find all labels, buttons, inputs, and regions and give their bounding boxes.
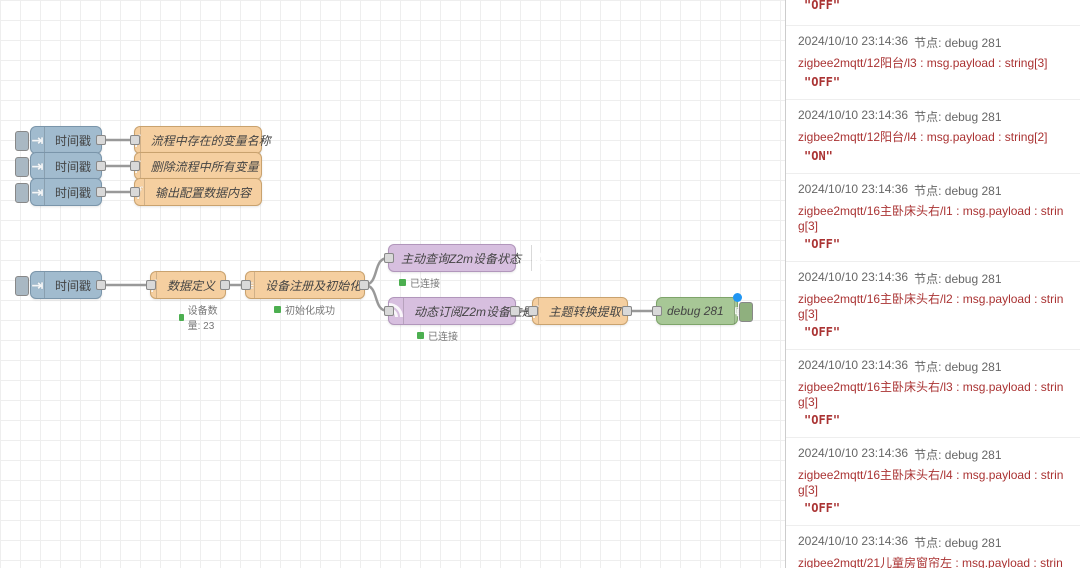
debug-message[interactable]: 2024/10/10 23:14:36 节点: debug 281 zigbee… — [786, 26, 1080, 100]
node-label: 时间戳 — [45, 158, 101, 175]
node-label: debug 281 — [657, 304, 734, 318]
inject-icon — [32, 158, 44, 175]
inject-button[interactable] — [15, 183, 29, 203]
output-port[interactable] — [96, 135, 106, 145]
debug-topic: zigbee2mqtt/16主卧床头右/l3 : msg.payload : s… — [798, 378, 1068, 409]
wires-layer — [0, 0, 785, 568]
debug-payload: "OFF" — [798, 237, 1068, 251]
inject-icon — [32, 184, 44, 201]
mqtt-out-node-query[interactable]: 主动查询Z2m设备状态 已连接 — [388, 244, 516, 272]
function-node-delvars[interactable]: 删除流程中所有变量 — [134, 152, 262, 180]
node-status: 已连接 — [399, 275, 440, 290]
node-label: 动态订阅Z2m设备主题 — [404, 303, 544, 320]
debug-message[interactable]: 2024/10/10 23:14:36 节点: debug 281 zigbee… — [786, 100, 1080, 174]
debug-timestamp: 2024/10/10 23:14:36 — [798, 34, 908, 51]
debug-timestamp: 2024/10/10 23:14:36 — [798, 108, 908, 125]
debug-payload: "OFF" — [798, 75, 1068, 89]
debug-node-ref: 节点: debug 281 — [914, 108, 1001, 125]
output-port[interactable] — [510, 306, 520, 316]
input-port[interactable] — [241, 280, 251, 290]
debug-topic: zigbee2mqtt/12阳台/l3 : msg.payload : stri… — [798, 54, 1068, 71]
output-port[interactable] — [622, 306, 632, 316]
function-node-varnames[interactable]: 流程中存在的变量名称 — [134, 126, 262, 154]
debug-message[interactable]: 2024/10/10 23:14:36 节点: debug 281 zigbee… — [786, 262, 1080, 350]
debug-payload: "OFF" — [798, 325, 1068, 339]
function-node-dumpconf[interactable]: 输出配置数据内容 — [134, 178, 262, 206]
debug-timestamp: 2024/10/10 23:14:36 — [798, 182, 908, 199]
debug-message[interactable]: 2024/10/10 23:14:36 节点: debug 281 zigbee… — [786, 526, 1080, 568]
debug-message[interactable]: 2024/10/10 23:14:36 节点: debug 281 zigbee… — [786, 350, 1080, 438]
inject-icon — [32, 132, 44, 149]
input-port[interactable] — [130, 161, 140, 171]
node-label: 时间戳 — [45, 277, 101, 294]
node-status: 设备数量: 23 — [179, 302, 225, 332]
function-node-data-def[interactable]: 数据定义 设备数量: 23 — [150, 271, 226, 299]
node-label: 流程中存在的变量名称 — [141, 132, 281, 149]
debug-message[interactable]: 2024/10/10 23:14:36 节点: debug 281 zigbee… — [786, 174, 1080, 262]
inject-node-2[interactable]: 时间戳 — [30, 152, 102, 180]
debug-topic: zigbee2mqtt/21儿童房窗帘左 : msg.payload : str… — [798, 554, 1068, 568]
debug-topic: zigbee2mqtt/16主卧床头右/l1 : msg.payload : s… — [798, 202, 1068, 233]
debug-topic: zigbee2mqtt/16主卧床头右/l4 : msg.payload : s… — [798, 466, 1068, 497]
debug-payload: "OFF" — [798, 501, 1068, 515]
input-port[interactable] — [146, 280, 156, 290]
debug-timestamp: 2024/10/10 23:14:36 — [798, 446, 908, 463]
debug-node-ref: 节点: debug 281 — [914, 534, 1001, 551]
node-label: 主动查询Z2m设备状态 — [389, 250, 531, 267]
debug-payload: "OFF" — [798, 0, 1068, 12]
input-port[interactable] — [652, 306, 662, 316]
flow-canvas[interactable]: 时间戳 时间戳 时间戳 时间戳 流程中存在的变量名称 删除流程中所有变量 输出配… — [0, 0, 785, 568]
debug-timestamp: 2024/10/10 23:14:36 — [798, 534, 908, 551]
debug-sidebar[interactable]: "OFF" 2024/10/10 23:14:36 节点: debug 281 … — [785, 0, 1080, 568]
mqtt-in-node-sub[interactable]: 动态订阅Z2m设备主题 已连接 — [388, 297, 516, 325]
output-port[interactable] — [96, 161, 106, 171]
inject-icon — [32, 277, 44, 294]
debug-node[interactable]: debug 281 — [656, 297, 738, 325]
node-label: 删除流程中所有变量 — [141, 158, 269, 175]
debug-payload: "ON" — [798, 149, 1068, 163]
inject-button[interactable] — [15, 157, 29, 177]
output-port[interactable] — [220, 280, 230, 290]
input-port[interactable] — [384, 253, 394, 263]
node-label: 时间戳 — [45, 184, 101, 201]
mqtt-icon — [532, 250, 546, 267]
debug-node-ref: 节点: debug 281 — [914, 358, 1001, 375]
input-port[interactable] — [384, 306, 394, 316]
input-port[interactable] — [130, 135, 140, 145]
input-port[interactable] — [130, 187, 140, 197]
debug-node-ref: 节点: debug 281 — [914, 446, 1001, 463]
input-port[interactable] — [528, 306, 538, 316]
inject-button[interactable] — [15, 276, 29, 296]
debug-message[interactable]: 2024/10/10 23:14:36 节点: debug 281 zigbee… — [786, 438, 1080, 526]
inject-node-3[interactable]: 时间戳 — [30, 178, 102, 206]
debug-timestamp: 2024/10/10 23:14:36 — [798, 358, 908, 375]
debug-timestamp: 2024/10/10 23:14:36 — [798, 270, 908, 287]
inject-button[interactable] — [15, 131, 29, 151]
debug-toggle-button[interactable] — [739, 302, 753, 322]
debug-node-ref: 节点: debug 281 — [914, 270, 1001, 287]
changed-indicator — [733, 293, 742, 302]
inject-node-4[interactable]: 时间戳 — [30, 271, 102, 299]
debug-node-ref: 节点: debug 281 — [914, 182, 1001, 199]
function-node-topic-conv[interactable]: 主题转换提取 — [532, 297, 628, 325]
node-label: 数据定义 — [157, 277, 225, 294]
debug-topic: zigbee2mqtt/12阳台/l4 : msg.payload : stri… — [798, 128, 1068, 145]
node-label: 设备注册及初始化 — [255, 277, 371, 294]
output-port[interactable] — [96, 187, 106, 197]
output-port[interactable] — [96, 280, 106, 290]
debug-payload: "OFF" — [798, 413, 1068, 427]
debug-message[interactable]: "OFF" — [786, 0, 1080, 26]
node-status: 已连接 — [417, 328, 458, 343]
debug-node-ref: 节点: debug 281 — [914, 34, 1001, 51]
debug-topic: zigbee2mqtt/16主卧床头右/l2 : msg.payload : s… — [798, 290, 1068, 321]
node-status: 初始化成功 — [274, 302, 335, 317]
output-port[interactable] — [359, 280, 369, 290]
inject-node-1[interactable]: 时间戳 — [30, 126, 102, 154]
function-node-register[interactable]: 设备注册及初始化 初始化成功 — [245, 271, 365, 299]
node-label: 输出配置数据内容 — [145, 184, 261, 201]
node-label: 时间戳 — [45, 132, 101, 149]
node-label: 主题转换提取 — [539, 303, 631, 320]
